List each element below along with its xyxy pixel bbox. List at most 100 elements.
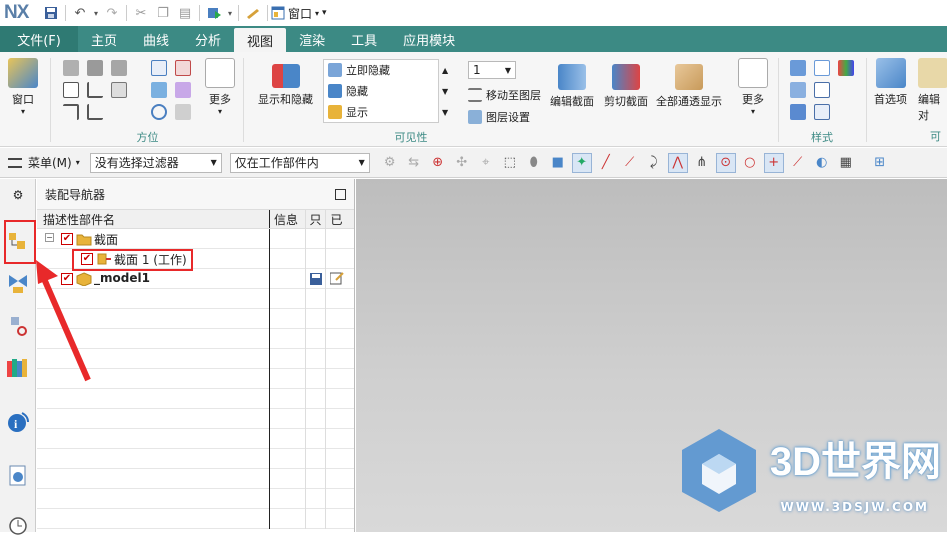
chevron-down-icon[interactable]: ▾	[76, 158, 80, 167]
cut-icon[interactable]: ✂	[130, 3, 152, 23]
gear-icon[interactable]: ⚙	[5, 182, 31, 208]
repeat-command-icon[interactable]	[242, 3, 264, 23]
save-icon[interactable]	[309, 272, 322, 285]
tab-home[interactable]: 主页	[78, 26, 130, 52]
view-icon[interactable]	[87, 104, 103, 120]
column-header[interactable]: 描述性部件名	[37, 210, 269, 228]
snap-points-icon[interactable]: ✦	[571, 152, 592, 173]
grid-icon[interactable]: ▦	[836, 153, 856, 173]
copy-icon[interactable]: ❐	[152, 3, 174, 23]
show-and-hide-button[interactable]: 显示和隐藏	[258, 64, 313, 107]
save-icon[interactable]	[40, 3, 62, 23]
layer-dropdown[interactable]: 1 ▼	[468, 61, 516, 79]
show-button[interactable]: 显示	[328, 104, 368, 120]
point-on-curve-icon[interactable]: ⟋	[788, 153, 808, 173]
chevron-down-icon[interactable]: ▾	[91, 3, 101, 23]
window-button[interactable]: 窗口 ▾	[8, 58, 38, 116]
control-point-icon[interactable]: ⤸	[644, 153, 664, 173]
hide-button[interactable]: 隐藏	[328, 83, 368, 99]
quadrant-icon[interactable]: ○	[740, 153, 760, 173]
select-icon[interactable]: ⊕	[428, 153, 448, 173]
menu-button[interactable]: 菜单(M)	[28, 154, 72, 171]
view-icon[interactable]	[63, 60, 79, 76]
view-icon[interactable]	[63, 82, 79, 98]
customize-icon[interactable]: ▾	[322, 8, 327, 18]
face-analysis-icon[interactable]	[814, 104, 830, 120]
maximize-icon[interactable]	[335, 188, 346, 200]
tab-analysis[interactable]: 分析	[182, 26, 234, 52]
select-all-icon[interactable]: ✣	[452, 153, 472, 173]
part-navigator-icon[interactable]	[5, 313, 31, 339]
layer-settings-button[interactable]: 图层设置	[468, 109, 530, 125]
scroll-arrows[interactable]: ▲ ▼ ▼	[442, 60, 448, 123]
body-icon[interactable]: ⬮	[524, 153, 544, 173]
column-header[interactable]: 信息	[269, 210, 305, 228]
collapse-icon[interactable]: −	[45, 232, 54, 242]
selection-scope-dropdown[interactable]: 仅在工作部件内 ▼	[229, 152, 370, 173]
filter-icon[interactable]: ⚙	[380, 153, 400, 173]
color-icon[interactable]	[838, 60, 854, 76]
hidden-edges-icon[interactable]	[814, 82, 830, 98]
edit-object-button[interactable]: 编辑对	[918, 58, 947, 123]
view-icon[interactable]	[63, 104, 79, 120]
tree-row[interactable]: − ✔ 截面	[37, 228, 354, 249]
studio-icon[interactable]	[790, 104, 806, 120]
existing-point-icon[interactable]: +	[763, 152, 784, 173]
move-to-layer-button[interactable]: 移动至图层	[468, 87, 541, 103]
view-icon[interactable]	[87, 60, 103, 76]
view-icon[interactable]	[111, 82, 127, 98]
shaded-edges-icon[interactable]	[790, 82, 806, 98]
center-icon[interactable]: ⊙	[715, 152, 736, 173]
constraint-navigator-icon[interactable]	[5, 271, 31, 297]
perspective-icon[interactable]	[175, 82, 191, 98]
edit-section-button[interactable]: 编辑截面	[550, 64, 594, 109]
arc-center-icon[interactable]: ⋔	[692, 153, 712, 173]
snap-icon[interactable]: ⇆	[404, 153, 424, 173]
pan-icon[interactable]	[151, 82, 167, 98]
undo-icon[interactable]: ↶	[69, 3, 91, 23]
end-point-icon[interactable]: ╱	[596, 153, 616, 173]
column-header[interactable]: 已	[325, 210, 347, 228]
wireframe-icon[interactable]	[814, 60, 830, 76]
zoom-icon[interactable]	[175, 60, 191, 76]
more-button[interactable]: 更多 ▾	[205, 58, 235, 116]
deselect-icon[interactable]: ⌖	[476, 153, 496, 173]
preferences-button[interactable]: 首选项	[874, 58, 907, 107]
box-select-icon[interactable]: ⬚	[500, 153, 520, 173]
file-menu[interactable]: 文件(F)	[0, 26, 78, 52]
tab-render[interactable]: 渲染	[286, 26, 338, 52]
web-browser-icon[interactable]	[5, 463, 31, 489]
all-through-show-button[interactable]: 全部通透显示	[656, 64, 722, 109]
tab-view[interactable]: 视图	[234, 28, 287, 52]
chevron-down-icon[interactable]: ▾	[225, 3, 235, 23]
info-icon[interactable]: i	[5, 409, 31, 435]
visibility-checkbox[interactable]: ✔	[61, 232, 73, 245]
edit-icon[interactable]	[329, 272, 344, 285]
point-on-face-icon[interactable]: ◐	[812, 153, 832, 173]
view-icon[interactable]	[87, 82, 103, 98]
face-icon[interactable]: ■	[548, 153, 568, 173]
rotate-icon[interactable]	[151, 104, 167, 120]
view-icon[interactable]	[111, 60, 127, 76]
reuse-library-icon[interactable]	[5, 355, 31, 381]
column-header[interactable]: 只	[305, 210, 325, 228]
redo-icon[interactable]: ↷	[101, 3, 123, 23]
mid-point-icon[interactable]: ⟋	[620, 153, 640, 173]
clip-section-button[interactable]: 剪切截面	[604, 64, 648, 109]
history-icon[interactable]	[5, 513, 31, 539]
fit-icon[interactable]	[151, 60, 167, 76]
intersection-icon[interactable]: ⋀	[667, 152, 688, 173]
view-triad-icon[interactable]: ⊞	[870, 153, 890, 173]
restore-icon[interactable]	[175, 104, 191, 120]
shaded-icon[interactable]	[790, 60, 806, 76]
immediate-hide-button[interactable]: 立即隐藏	[328, 62, 390, 78]
graphics-window[interactable]: 3D世界网 WWW.3DSJW.COM	[356, 179, 947, 532]
window-menu[interactable]: 窗口 ▾ ▾	[271, 5, 327, 22]
tab-curve[interactable]: 曲线	[130, 26, 182, 52]
touch-mode-icon[interactable]	[203, 3, 225, 23]
more-button[interactable]: 更多 ▾	[738, 58, 768, 116]
tab-tools[interactable]: 工具	[338, 26, 390, 52]
paste-icon[interactable]: ▤	[174, 3, 196, 23]
selection-filter-dropdown[interactable]: 没有选择过滤器 ▼	[89, 152, 222, 173]
tab-applications[interactable]: 应用模块	[390, 26, 468, 52]
